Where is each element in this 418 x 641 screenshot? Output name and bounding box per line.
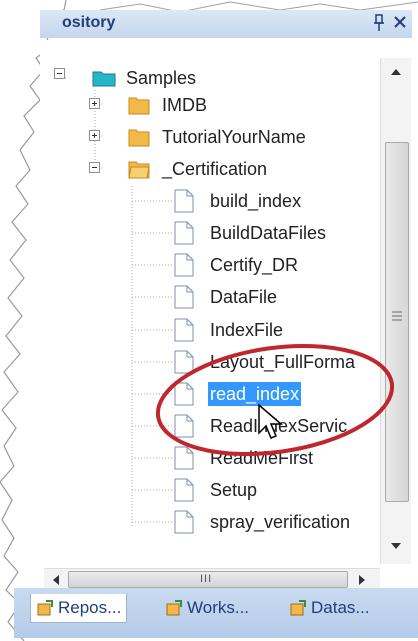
folder-expand-toggle[interactable] (89, 130, 100, 141)
close-icon[interactable] (392, 14, 408, 30)
document-icon (174, 478, 194, 502)
document-icon (174, 318, 194, 342)
folder-icon (92, 71, 116, 87)
scroll-down-arrow-icon[interactable] (388, 540, 404, 552)
tree-node-samples[interactable]: Samples (92, 63, 198, 93)
pin-icon[interactable] (372, 14, 386, 32)
document-icon (174, 189, 194, 213)
tree-node-label: IndexFile (210, 320, 284, 340)
document-icon (174, 510, 194, 534)
tree-node-label: BuildDataFiles (210, 223, 327, 243)
tree-node-label: Setup (210, 480, 258, 500)
tree-node-label: Certify_DR (210, 255, 299, 275)
root-collapse-toggle[interactable] (54, 68, 65, 79)
tree-node-file[interactable]: DataFile (174, 282, 279, 312)
tree-node-folder[interactable]: IMDB (128, 90, 209, 120)
tree-node-file[interactable]: Certify_DR (174, 250, 300, 280)
document-icon (174, 285, 194, 309)
repository-tree[interactable]: Samples IMDB TutorialYourName _Certifica… (40, 40, 380, 568)
tree-node-folder[interactable]: _Certification (128, 154, 269, 184)
scroll-left-arrow-icon[interactable] (50, 573, 62, 587)
tree-node-file[interactable]: BuildDataFiles (174, 218, 328, 248)
tree-node-label: Samples (126, 68, 197, 88)
folder-expand-toggle[interactable] (89, 98, 100, 109)
tree-node-file[interactable]: build_index (174, 186, 303, 216)
workspace-tab-icon (166, 600, 182, 616)
tab-label: Repos... (58, 598, 122, 617)
scroll-grip-icon (392, 311, 402, 321)
folder-icon (128, 129, 150, 147)
tab-workspace[interactable]: Works... (160, 594, 254, 622)
panel-title: ository (62, 14, 116, 31)
tree-node-file[interactable]: Setup (174, 475, 259, 505)
tab-label: Datas... (311, 598, 370, 617)
horizontal-scroll-grip: III (200, 573, 213, 585)
tab-datasets[interactable]: Datas... (284, 594, 375, 622)
tree-node-folder[interactable]: TutorialYourName (128, 122, 308, 152)
datasets-tab-icon (290, 600, 306, 616)
mouse-pointer-icon (258, 403, 284, 439)
tree-node-file[interactable]: spray_verification (174, 507, 352, 537)
tab-repository[interactable]: Repos... (30, 594, 128, 623)
tree-node-label: DataFile (210, 287, 278, 307)
folder-collapse-toggle[interactable] (89, 162, 100, 173)
folder-icon (128, 97, 150, 115)
tree-node-label: TutorialYourName (162, 127, 306, 147)
tab-label: Works... (187, 598, 250, 617)
tree-node-label: spray_verification (210, 512, 351, 532)
folder-open-icon (128, 161, 150, 179)
tree-node-label: build_index (210, 191, 302, 211)
scroll-up-arrow-icon[interactable] (388, 66, 404, 78)
tree-node-label: _Certification (162, 159, 268, 179)
scroll-right-arrow-icon[interactable] (356, 573, 368, 587)
tree-node-label: IMDB (162, 95, 207, 115)
document-icon (174, 221, 194, 245)
repository-tab-icon (37, 600, 53, 616)
document-icon (174, 253, 194, 277)
